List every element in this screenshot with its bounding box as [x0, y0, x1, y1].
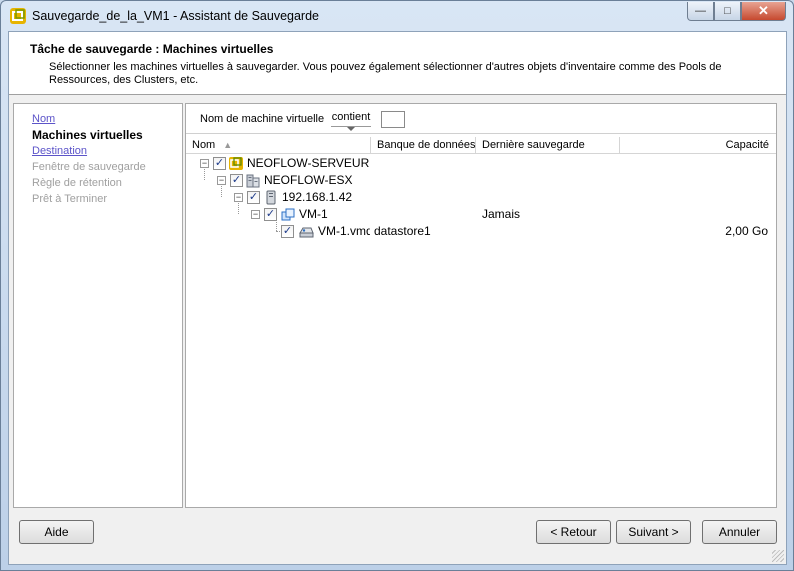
tree-item-name: NEOFLOW-ESX [264, 173, 353, 187]
tree-item-name: NEOFLOW-SERVEUR [247, 156, 370, 170]
vmware-backup-icon [10, 8, 26, 24]
tree-row[interactable]: − ✓ NEOFLOW-SERVEUR [186, 155, 776, 172]
collapse-toggle[interactable]: − [251, 210, 260, 219]
cancel-button[interactable]: Annuler [702, 520, 777, 544]
filter-operator-dropdown[interactable]: contient [331, 111, 371, 131]
wizard-header: Tâche de sauvegarde : Machines virtuelle… [9, 32, 786, 95]
vcenter-server-icon [229, 157, 243, 170]
virtual-disk-icon [299, 227, 314, 238]
step-fenetre-de-sauvegarde: Fenêtre de sauvegarde [32, 161, 146, 173]
wizard-client-area: Tâche de sauvegarde : Machines virtuelle… [8, 31, 787, 565]
tree-item-datastore: datastore1 [374, 224, 431, 238]
resize-grip[interactable] [772, 550, 784, 562]
row-checkbox[interactable]: ✓ [247, 191, 260, 204]
step-pret-a-terminer: Prêt à Terminer [32, 193, 107, 205]
row-checkbox[interactable]: ✓ [230, 174, 243, 187]
virtual-machine-icon [281, 208, 295, 221]
sort-ascending-icon: ▲ [223, 140, 233, 150]
column-header-derniere-sauvegarde[interactable]: Dernière sauvegarde [476, 137, 620, 154]
filter-input[interactable] [381, 111, 405, 128]
step-nom[interactable]: Nom [32, 111, 182, 127]
column-header-nom[interactable]: Nom ▲ [186, 137, 371, 154]
step-regle-de-retention: Règle de rétention [32, 177, 122, 189]
collapse-toggle[interactable]: − [217, 176, 226, 185]
back-button[interactable]: < Retour [536, 520, 611, 544]
page-title: Tâche de sauvegarde : Machines virtuelle… [30, 42, 274, 56]
datacenter-icon [246, 174, 260, 188]
tree-row[interactable]: ✓ VM-1.vmdk datastore1 2,00 Go [186, 223, 776, 240]
row-checkbox[interactable]: ✓ [281, 225, 294, 238]
help-button[interactable]: Aide [19, 520, 94, 544]
column-header-capacite[interactable]: Capacité [620, 137, 776, 154]
close-button[interactable]: ✕ [741, 2, 786, 21]
row-checkbox[interactable]: ✓ [213, 157, 226, 170]
collapse-toggle[interactable]: − [200, 159, 209, 168]
filter-label: Nom de machine virtuelle [200, 113, 325, 125]
host-icon [266, 190, 276, 205]
tree-item-name: VM-1.vmdk [318, 224, 370, 238]
step-machines-virtuelles: Machines virtuelles [32, 128, 143, 142]
filter-bar: Nom de machine virtuelle contient [186, 104, 776, 134]
tree-item-capacity: 2,00 Go [725, 224, 768, 238]
wizard-steps-sidebar: Nom Machines virtuelles Destination Fenê… [13, 103, 183, 508]
column-header-banque-de-donnees[interactable]: Banque de données [371, 137, 476, 154]
tree-row[interactable]: − ✓ 192.168.1.42 [186, 189, 776, 206]
tree-row[interactable]: − ✓ NEOFLOW-ESX [186, 172, 776, 189]
wizard-window: Sauvegarde_de_la_VM1 - Assistant de Sauv… [0, 0, 794, 571]
page-description: Sélectionner les machines virtuelles à s… [49, 61, 722, 86]
collapse-toggle[interactable]: − [234, 193, 243, 202]
tree-row[interactable]: − ✓ VM-1 Jamais [186, 206, 776, 223]
window-title: Sauvegarde_de_la_VM1 - Assistant de Sauv… [32, 9, 319, 23]
tree-item-last-backup: Jamais [482, 207, 521, 221]
title-bar[interactable]: Sauvegarde_de_la_VM1 - Assistant de Sauv… [1, 1, 793, 31]
tree-item-name: VM-1 [299, 207, 328, 221]
row-checkbox[interactable]: ✓ [264, 208, 277, 221]
next-button[interactable]: Suivant > [616, 520, 691, 544]
vm-selection-panel: Nom de machine virtuelle contient Nom ▲ B… [185, 103, 777, 508]
step-destination[interactable]: Destination [32, 143, 182, 159]
maximize-button[interactable]: □ [714, 2, 741, 21]
tree-item-name: 192.168.1.42 [282, 190, 353, 204]
minimize-button[interactable]: — [687, 2, 714, 21]
column-headers: Nom ▲ Banque de données Dernière sauvegar… [186, 137, 776, 154]
